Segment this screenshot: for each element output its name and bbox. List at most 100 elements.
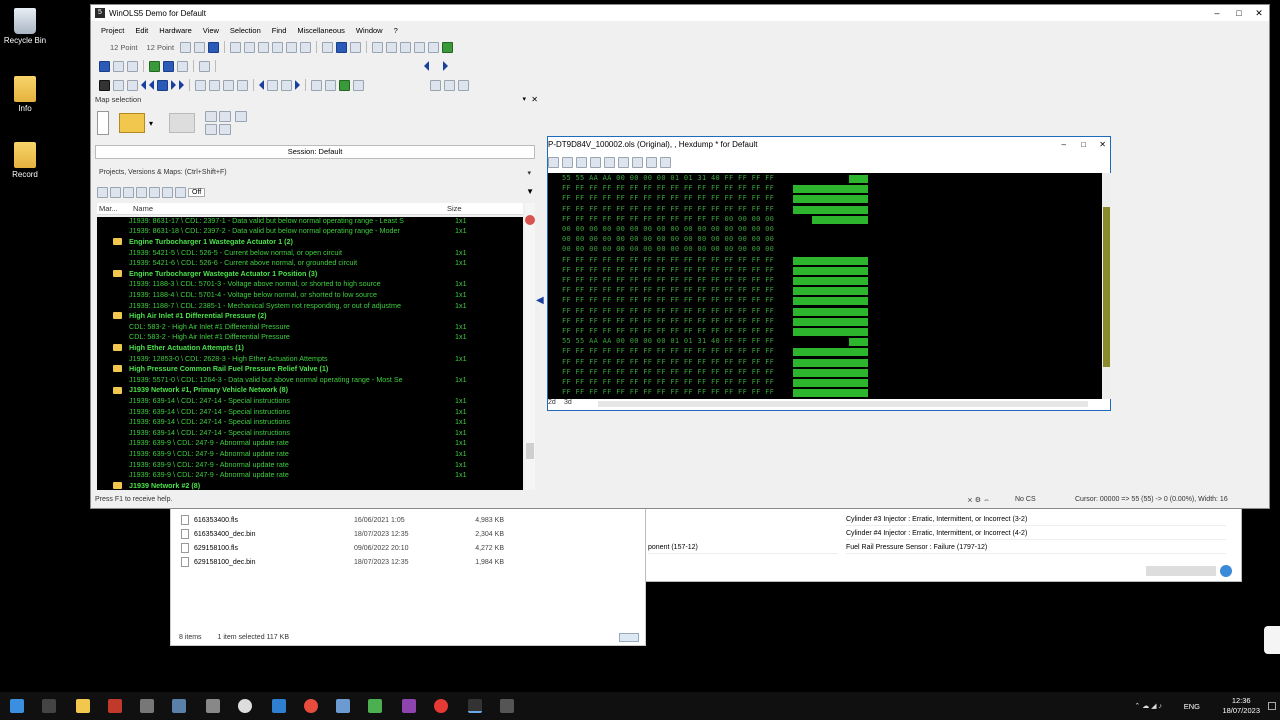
map-row[interactable]: J1939: 639-9 \ CDL: 247-9 - Abnormal upd…: [97, 469, 523, 480]
start-icon[interactable]: [10, 699, 24, 713]
filter-tag-icon[interactable]: [149, 186, 160, 198]
menu-view[interactable]: View: [203, 26, 219, 35]
zoom-icon[interactable]: [209, 79, 220, 91]
hex-line[interactable]: 55 55 AA AA 00 00 00 00 01 01 31 40 FF F…: [562, 337, 774, 347]
hex-toolbar-icon[interactable]: [646, 156, 657, 168]
notification-icon[interactable]: [1268, 702, 1276, 710]
original-diff-icon[interactable]: [428, 41, 440, 53]
search-map-icon[interactable]: [267, 79, 278, 91]
filter-kf-icon[interactable]: [162, 186, 173, 198]
copy-map-icon[interactable]: [113, 79, 124, 91]
task-view-icon[interactable]: [42, 699, 56, 713]
hex-sum-icon[interactable]: [660, 156, 671, 168]
compare-icon[interactable]: [223, 79, 234, 91]
search-next-icon[interactable]: [281, 79, 292, 91]
hex-line[interactable]: FF FF FF FF FF FF FF FF FF FF FF FF FF F…: [562, 347, 774, 357]
hex-line[interactable]: FF FF FF FF FF FF FF FF FF FF FF FF FF F…: [562, 368, 774, 378]
file-explorer-icon[interactable]: [76, 699, 90, 713]
dtc-row[interactable]: Cylinder #4 Injector : Erratic, Intermit…: [846, 527, 1226, 540]
map-group-row[interactable]: High Ether Actuation Attempts (1): [97, 342, 523, 353]
hex-toolbar-icon[interactable]: [562, 156, 573, 168]
search-icon[interactable]: [206, 699, 220, 713]
prev-icon[interactable]: [424, 61, 429, 71]
session-button[interactable]: Session: Default: [95, 145, 535, 159]
hex-line[interactable]: FF FF FF FF FF FF FF FF FF FF FF FF FF F…: [562, 286, 774, 296]
hex-line[interactable]: 00 00 00 00 00 00 00 00 00 00 00 00 00 0…: [562, 235, 774, 245]
hex-line[interactable]: 00 00 00 00 00 00 00 00 00 00 00 00 00 0…: [562, 225, 774, 235]
app-icon[interactable]: [272, 699, 286, 713]
hex-close-button[interactable]: ✕: [1099, 137, 1106, 153]
dtc-row-fragment[interactable]: ponent (157-12): [648, 541, 838, 554]
hex-line[interactable]: FF FF FF FF FF FF FF FF FF FF FF FF FF F…: [562, 358, 774, 368]
record-icon[interactable]: [434, 699, 448, 713]
column-mark[interactable]: Mar...: [99, 204, 118, 213]
map-list-scrollbar[interactable]: [525, 203, 535, 490]
context-help-icon[interactable]: [458, 79, 469, 91]
app-icon[interactable]: [172, 699, 186, 713]
hex-line[interactable]: FF FF FF FF FF FF FF FF FF FF FF FF FF F…: [562, 378, 774, 388]
map-row[interactable]: J1939: 1188-4 \ CDL: 5701-4 - Voltage be…: [97, 289, 523, 300]
map-group-row[interactable]: J1939 Network #2 (8): [97, 480, 523, 490]
filter-all-icon[interactable]: [97, 186, 108, 198]
map-row[interactable]: J1939: 8631-17 \ CDL: 2397-1 - Data vali…: [97, 217, 523, 226]
map-row[interactable]: J1939: 639-9 \ CDL: 247-9 - Abnormal upd…: [97, 448, 523, 459]
hex-line[interactable]: FF FF FF FF FF FF FF FF FF FF FF FF FF F…: [562, 266, 774, 276]
file-row[interactable]: 629158100_dec.bin 18/07/2023 12:35 1,984…: [181, 555, 621, 569]
map-row[interactable]: J1939: 1188-3 \ CDL: 5701-3 - Voltage ab…: [97, 279, 523, 290]
hex-line[interactable]: FF FF FF FF FF FF FF FF FF FF FF FF FF F…: [562, 307, 774, 317]
view-hex-icon[interactable]: [194, 41, 206, 53]
menu-help[interactable]: ?: [394, 26, 398, 35]
filter-warning-icon[interactable]: [123, 186, 134, 198]
menu-hardware[interactable]: Hardware: [159, 26, 192, 35]
dtc-row[interactable]: Cylinder #3 Injector : Erratic, Intermit…: [846, 513, 1226, 526]
original-icon[interactable]: [414, 41, 426, 53]
hex-line[interactable]: FF FF FF FF FF FF FF FF FF FF FF FF FF F…: [562, 317, 774, 327]
app-icon[interactable]: [368, 699, 382, 713]
hexdump-view[interactable]: 55 55 AA AA 00 00 00 00 01 01 31 40 FF F…: [548, 173, 1102, 399]
map-group-row[interactable]: High Pressure Common Rail Fuel Pressure …: [97, 363, 523, 374]
app-icon[interactable]: [238, 699, 252, 713]
menu-edit[interactable]: Edit: [135, 26, 148, 35]
help-question-icon[interactable]: [353, 79, 364, 91]
view-toggle-icon[interactable]: [619, 633, 639, 642]
window-3d-icon[interactable]: [325, 79, 336, 91]
window-hex-icon[interactable]: [339, 79, 350, 91]
map-row[interactable]: CDL: 583-2 - High Air Inlet #1 Different…: [97, 332, 523, 343]
close-button[interactable]: ✕: [1249, 5, 1269, 21]
graph-icon[interactable]: [237, 79, 248, 91]
hex-line[interactable]: FF FF FF FF FF FF FF FF FF FF FF FF FF F…: [562, 205, 774, 215]
font-size-select-1[interactable]: 12 Point: [107, 43, 141, 52]
color-icon[interactable]: [442, 41, 454, 53]
menu-find[interactable]: Find: [272, 26, 287, 35]
map-row[interactable]: J1939: 639-14 \ CDL: 247-14 - Special in…: [97, 406, 523, 417]
width-32-icon[interactable]: [258, 41, 270, 53]
hex-line[interactable]: FF FF FF FF FF FF FF FF FF FF FF FF FF F…: [562, 194, 774, 204]
hex-toolbar-icon[interactable]: [618, 156, 629, 168]
hexdump-scrollbar-thumb[interactable]: [1103, 207, 1110, 367]
project-icon[interactable]: [99, 79, 110, 91]
desktop-icon-record[interactable]: Record: [1, 142, 49, 179]
hardware-icon[interactable]: [99, 60, 110, 72]
visual-studio-icon[interactable]: [402, 699, 416, 713]
menu-selection[interactable]: Selection: [230, 26, 261, 35]
winols-taskbar-icon[interactable]: [468, 699, 482, 713]
map-row[interactable]: J1939: 639-9 \ CDL: 247-9 - Abnormal upd…: [97, 438, 523, 449]
view-2d-icon[interactable]: [208, 41, 220, 53]
desktop-icon-info[interactable]: Info: [1, 76, 49, 113]
scroll-right-icon[interactable]: [295, 80, 300, 90]
column-name[interactable]: Name: [133, 204, 153, 213]
map-row[interactable]: CDL: 583-2 - High Air Inlet #1 Different…: [97, 321, 523, 332]
font-size-select-2[interactable]: 12 Point: [144, 43, 178, 52]
map-row[interactable]: J1939: 639-14 \ CDL: 247-14 - Special in…: [97, 416, 523, 427]
split-icon[interactable]: [177, 60, 188, 72]
help-icon[interactable]: [1220, 565, 1232, 577]
sign-icon[interactable]: [300, 41, 312, 53]
map-group-row[interactable]: Engine Turbocharger 1 Wastegate Actuator…: [97, 236, 523, 247]
dec-mode-icon[interactable]: [350, 41, 362, 53]
desktop-icon-recycle-bin[interactable]: Recycle Bin: [1, 8, 49, 45]
map-list-icon[interactable]: [157, 79, 168, 91]
info-icon[interactable]: [444, 79, 455, 91]
first-map-icon[interactable]: [141, 80, 146, 90]
side-widget-icon[interactable]: [1264, 626, 1280, 654]
edit-project-icon[interactable]: [219, 111, 231, 122]
